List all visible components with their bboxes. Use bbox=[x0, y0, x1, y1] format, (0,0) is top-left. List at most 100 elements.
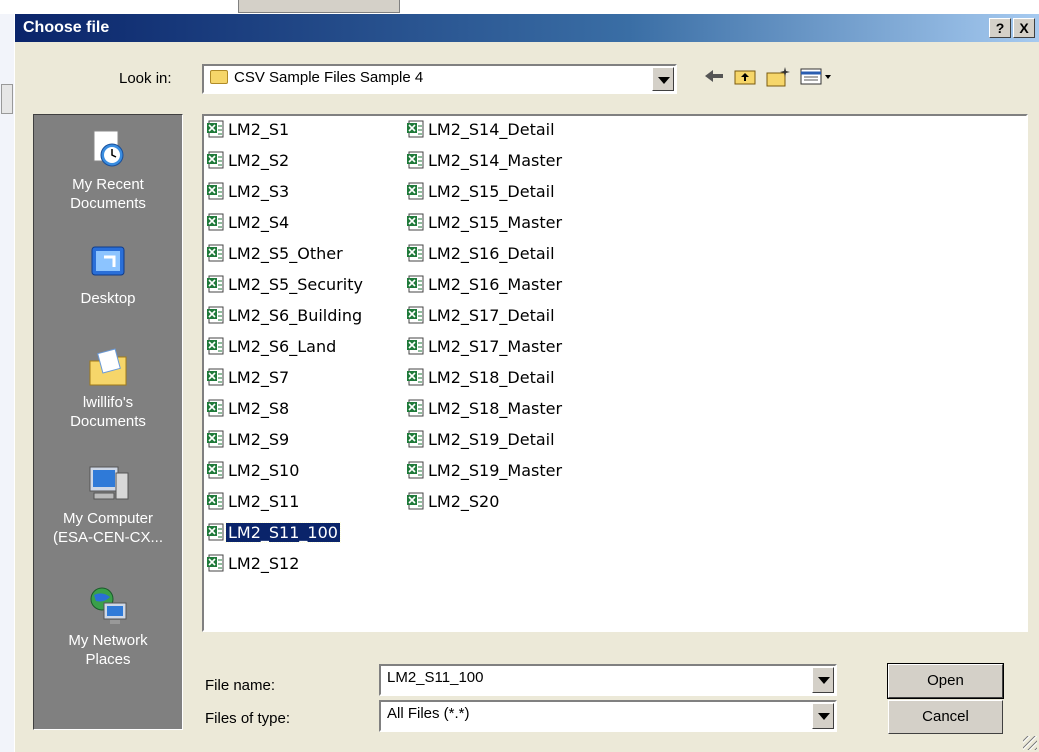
file-item[interactable]: LM2_S17_Detail bbox=[406, 305, 557, 327]
excel-file-icon bbox=[206, 461, 224, 479]
resize-grip[interactable] bbox=[1023, 736, 1037, 750]
file-item[interactable]: LM2_S4 bbox=[206, 212, 291, 234]
file-item[interactable]: LM2_S14_Master bbox=[406, 150, 564, 172]
excel-file-icon bbox=[206, 430, 224, 448]
excel-file-icon bbox=[206, 306, 224, 324]
excel-file-icon bbox=[406, 275, 424, 293]
excel-file-icon bbox=[206, 337, 224, 355]
excel-file-icon bbox=[406, 244, 424, 262]
excel-file-icon bbox=[406, 461, 424, 479]
place-my-recent-documents[interactable]: My Recent Documents bbox=[34, 129, 182, 213]
excel-file-icon bbox=[406, 151, 424, 169]
files-of-type-dropdown-button[interactable] bbox=[812, 703, 834, 729]
file-item[interactable]: LM2_S14_Detail bbox=[406, 119, 557, 141]
excel-file-icon bbox=[206, 523, 224, 541]
file-item[interactable]: LM2_S11_100 bbox=[206, 522, 341, 544]
place-label: My Computer (ESA-CEN-CX... bbox=[52, 510, 163, 546]
places-bar: My Recent Documents Desktop lwillifo's D… bbox=[33, 114, 183, 730]
file-item[interactable]: LM2_S16_Detail bbox=[406, 243, 557, 265]
file-name-text: LM2_S15_Detail bbox=[428, 182, 555, 201]
file-name-text: LM2_S1 bbox=[228, 120, 290, 139]
file-name-text: LM2_S16_Master bbox=[428, 275, 563, 294]
excel-file-icon bbox=[406, 120, 424, 138]
file-name-text: LM2_S12 bbox=[228, 554, 300, 573]
network-places-icon bbox=[90, 587, 127, 624]
file-name-text: LM2_S5_Security bbox=[228, 275, 363, 294]
file-item[interactable]: LM2_S19_Master bbox=[406, 460, 564, 482]
file-name-text: LM2_S7 bbox=[228, 368, 290, 387]
file-item[interactable]: LM2_S15_Detail bbox=[406, 181, 557, 203]
file-item[interactable]: LM2_S19_Detail bbox=[406, 429, 557, 451]
file-item[interactable]: LM2_S11 bbox=[206, 491, 301, 513]
background-tab bbox=[238, 0, 400, 13]
my-documents-icon bbox=[89, 348, 127, 386]
excel-file-icon bbox=[206, 554, 224, 572]
file-item[interactable]: LM2_S3 bbox=[206, 181, 291, 203]
place-my-documents[interactable]: lwillifo's Documents bbox=[34, 347, 182, 431]
back-arrow-icon[interactable] bbox=[703, 66, 725, 90]
file-name-text: LM2_S17_Master bbox=[428, 337, 563, 356]
my-computer-icon bbox=[89, 466, 129, 500]
place-label: My Recent Documents bbox=[70, 176, 146, 212]
file-name-text: LM2_S19_Detail bbox=[428, 430, 555, 449]
file-item[interactable]: LM2_S16_Master bbox=[406, 274, 564, 296]
file-name-text: LM2_S17_Detail bbox=[428, 306, 555, 325]
file-item[interactable]: LM2_S6_Building bbox=[206, 305, 364, 327]
file-name-text: LM2_S10 bbox=[228, 461, 300, 480]
file-name-text: LM2_S15_Master bbox=[428, 213, 563, 232]
file-item[interactable]: LM2_S2 bbox=[206, 150, 291, 172]
excel-file-icon bbox=[406, 368, 424, 386]
file-list[interactable]: LM2_S1 LM2_S2 LM2_S3 LM2_S4 LM2_S5_Other LM2_… bbox=[202, 114, 1028, 632]
help-button[interactable]: ? bbox=[989, 18, 1011, 38]
file-item[interactable]: LM2_S17_Master bbox=[406, 336, 564, 358]
title-bar[interactable]: Choose file ? X bbox=[15, 14, 1039, 42]
up-folder-icon[interactable] bbox=[733, 66, 757, 90]
excel-file-icon bbox=[206, 492, 224, 510]
close-button[interactable]: X bbox=[1013, 18, 1035, 38]
file-item[interactable]: LM2_S15_Master bbox=[406, 212, 564, 234]
file-item[interactable]: LM2_S18_Detail bbox=[406, 367, 557, 389]
file-name-text: LM2_S11_100 bbox=[225, 522, 341, 543]
folder-icon bbox=[210, 70, 228, 84]
excel-file-icon bbox=[206, 244, 224, 262]
excel-file-icon bbox=[206, 213, 224, 231]
cancel-button[interactable]: Cancel bbox=[888, 700, 1003, 734]
look-in-dropdown-button[interactable] bbox=[652, 67, 674, 91]
excel-file-icon bbox=[406, 399, 424, 417]
new-folder-icon[interactable] bbox=[765, 66, 791, 90]
file-item[interactable]: LM2_S9 bbox=[206, 429, 291, 451]
file-name-text: LM2_S11 bbox=[228, 492, 300, 511]
file-name-dropdown-button[interactable] bbox=[812, 667, 834, 693]
choose-file-dialog: Choose file ? X Look in: CSV Sample File… bbox=[14, 14, 1039, 752]
place-desktop[interactable]: Desktop bbox=[34, 243, 182, 308]
file-item[interactable]: LM2_S5_Security bbox=[206, 274, 365, 296]
file-name-label: File name: bbox=[205, 677, 276, 694]
background-window-strip bbox=[0, 0, 1039, 14]
file-item[interactable]: LM2_S6_Land bbox=[206, 336, 338, 358]
views-menu-icon[interactable] bbox=[799, 66, 835, 90]
files-of-type-combo[interactable]: All Files (*.*) bbox=[379, 700, 837, 732]
file-name-combo[interactable]: LM2_S11_100 bbox=[379, 664, 837, 696]
open-button[interactable]: Open bbox=[887, 663, 1004, 699]
excel-file-icon bbox=[206, 182, 224, 200]
excel-file-icon bbox=[406, 492, 424, 510]
file-item[interactable]: LM2_S7 bbox=[206, 367, 291, 389]
excel-file-icon bbox=[406, 306, 424, 324]
file-item[interactable]: LM2_S18_Master bbox=[406, 398, 564, 420]
files-of-type-label: Files of type: bbox=[205, 710, 291, 727]
look-in-combo[interactable]: CSV Sample Files Sample 4 bbox=[202, 64, 677, 94]
file-item[interactable]: LM2_S20 bbox=[406, 491, 501, 513]
file-name-text: LM2_S8 bbox=[228, 399, 290, 418]
place-my-network-places[interactable]: My Network Places bbox=[34, 585, 182, 669]
file-item[interactable]: LM2_S10 bbox=[206, 460, 301, 482]
file-name-text: LM2_S2 bbox=[228, 151, 290, 170]
file-item[interactable]: LM2_S1 bbox=[206, 119, 291, 141]
file-item[interactable]: LM2_S12 bbox=[206, 553, 301, 575]
look-in-value: CSV Sample Files Sample 4 bbox=[234, 69, 424, 86]
file-name-text: LM2_S6_Building bbox=[228, 306, 363, 325]
place-my-computer[interactable]: My Computer (ESA-CEN-CX... bbox=[34, 463, 182, 547]
file-name-text: LM2_S14_Detail bbox=[428, 120, 555, 139]
file-item[interactable]: LM2_S5_Other bbox=[206, 243, 345, 265]
background-window-edge bbox=[0, 14, 14, 752]
file-item[interactable]: LM2_S8 bbox=[206, 398, 291, 420]
